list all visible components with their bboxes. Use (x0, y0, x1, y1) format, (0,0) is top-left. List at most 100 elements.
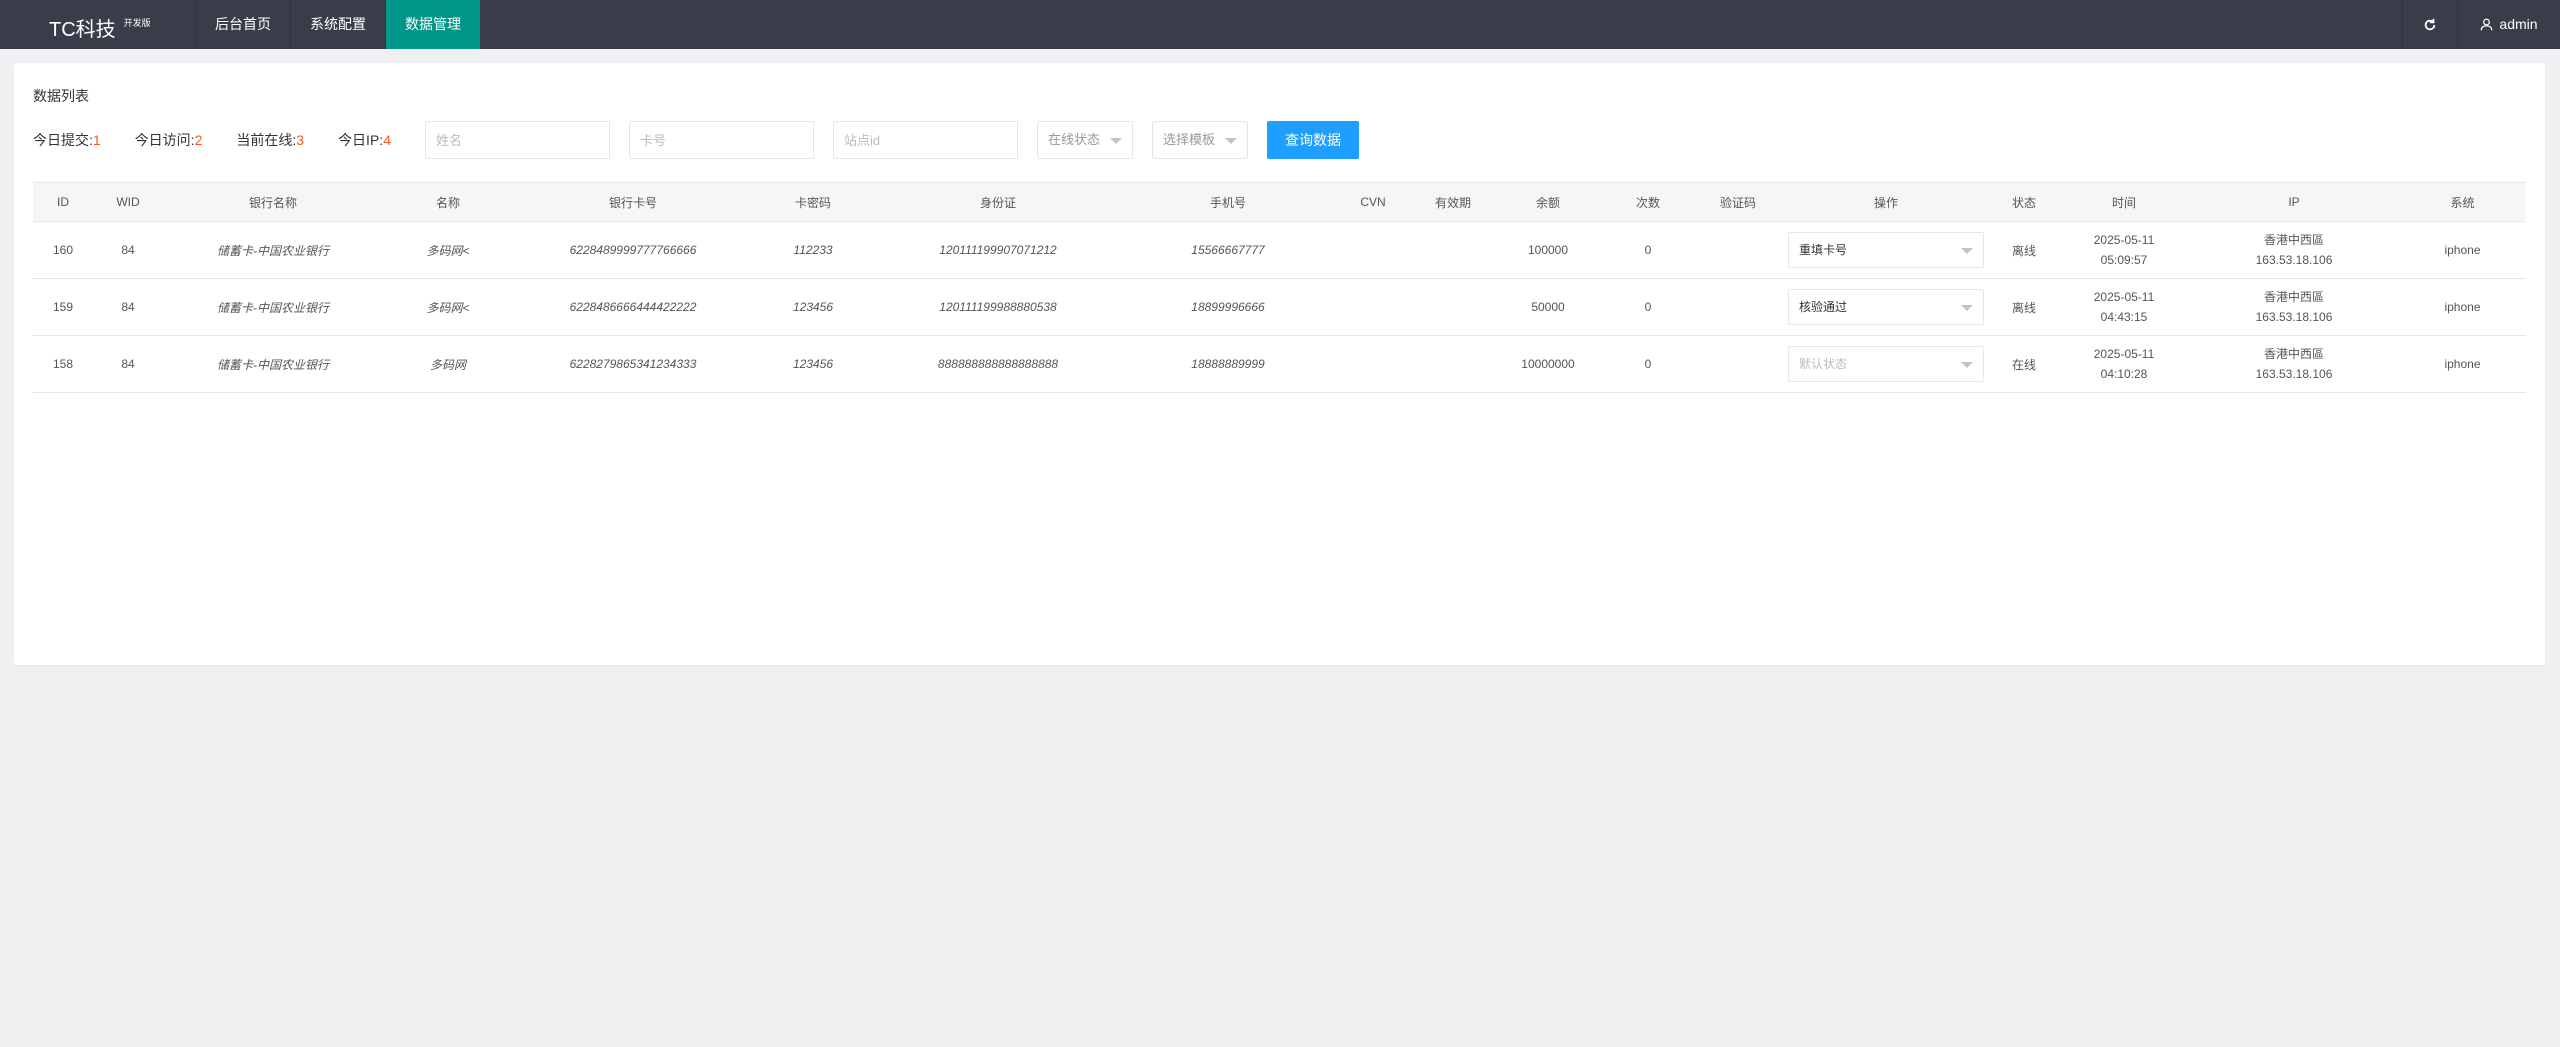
col-header-cvn: CVN (1333, 182, 1413, 222)
stat-value: 2 (194, 132, 203, 148)
top-header: TC科技 开发版 后台首页 系统配置 数据管理 admin (0, 0, 2560, 49)
logo-badge: 开发版 (123, 18, 151, 28)
stat-current-online: 当前在线:3 (236, 130, 304, 150)
stat-today-ip: 今日IP:4 (338, 130, 391, 150)
col-header-wid: WID (93, 182, 163, 222)
cell-id-card: 888888888888888888 (873, 335, 1123, 393)
data-list-card: 数据列表 今日提交:1 今日访问:2 当前在线:3 今日IP:4 在线状态 选择… (14, 63, 2545, 665)
cell-phone: 18888889999 (1123, 335, 1333, 393)
stat-value: 1 (92, 132, 101, 148)
cell-operation: 核验通过 (1783, 278, 1989, 336)
user-icon (2480, 18, 2493, 31)
cell-code (1693, 278, 1783, 336)
query-button[interactable]: 查询数据 (1266, 121, 1359, 159)
cell-time: 2025-05-11 04:43:15 (2059, 278, 2189, 336)
col-header-time: 时间 (2059, 182, 2189, 222)
site-id-input[interactable] (832, 121, 1018, 159)
data-table: ID WID 银行名称 名称 银行卡号 卡密码 身份证 手机号 CVN 有效期 … (33, 182, 2526, 393)
col-header-id: ID (33, 182, 93, 222)
operation-select[interactable]: 默认状态 (1788, 346, 1984, 382)
cell-date: 2025-05-11 (2093, 347, 2155, 361)
cell-ip-region: 香港中西區 (2263, 347, 2324, 361)
chevron-down-icon (1961, 248, 1973, 254)
online-status-value: 在线状态 (1047, 132, 1100, 147)
col-header-card-no: 银行卡号 (513, 182, 753, 222)
col-header-status: 状态 (1989, 182, 2059, 222)
cell-expiry (1413, 221, 1493, 279)
header-tools: admin (2402, 0, 2560, 49)
cell-ip-region: 香港中西區 (2263, 290, 2324, 304)
cell-ip-address: 163.53.18.106 (2255, 253, 2333, 267)
cell-count: 0 (1603, 335, 1693, 393)
operation-value: 重填卡号 (1799, 243, 1848, 257)
user-name: admin (2499, 16, 2538, 32)
col-header-expiry: 有效期 (1413, 182, 1493, 222)
chevron-down-icon (1961, 362, 1973, 368)
template-select[interactable]: 选择模板 (1151, 121, 1248, 159)
cell-clock: 04:43:15 (2100, 310, 2148, 324)
cell-code (1693, 221, 1783, 279)
cell-id: 159 (33, 278, 93, 336)
stat-label: 当前在线: (236, 132, 297, 148)
cell-date: 2025-05-11 (2093, 233, 2155, 247)
cell-system: iphone (2399, 221, 2526, 279)
stat-label: 今日提交: (33, 132, 93, 148)
cell-cvn (1333, 278, 1413, 336)
refresh-icon (2423, 18, 2437, 32)
cell-card-pwd: 112233 (753, 221, 873, 279)
chevron-down-icon (1224, 138, 1237, 144)
cell-ip-address: 163.53.18.106 (2255, 310, 2333, 324)
logo-text: TC科技 (49, 19, 116, 41)
cell-operation: 重填卡号 (1783, 221, 1989, 279)
stat-value: 4 (383, 132, 391, 148)
name-input[interactable] (424, 121, 610, 159)
template-value: 选择模板 (1162, 132, 1215, 147)
cell-status: 离线 (1989, 278, 2059, 336)
cell-phone: 18899996666 (1123, 278, 1333, 336)
col-header-code: 验证码 (1693, 182, 1783, 222)
nav-item-home[interactable]: 后台首页 (195, 0, 290, 49)
user-menu[interactable]: admin (2457, 0, 2560, 49)
stat-value: 3 (296, 132, 305, 148)
cell-phone: 15566667777 (1123, 221, 1333, 279)
operation-value: 核验通过 (1799, 300, 1848, 314)
cell-id-card: 120111199988880538 (873, 278, 1123, 336)
table-row: 158 84 储蓄卡-中国农业银行 多码网 622827986534123433… (33, 335, 2526, 393)
col-header-bank: 银行名称 (163, 182, 383, 222)
stat-today-submit: 今日提交:1 (33, 130, 101, 150)
cell-cvn (1333, 221, 1413, 279)
cell-id-card: 120111199907071212 (873, 221, 1123, 279)
cell-card-no: 6228489999777766666 (513, 221, 753, 279)
cell-card-pwd: 123456 (753, 278, 873, 336)
cell-id: 160 (33, 221, 93, 279)
cell-ip: 香港中西區 163.53.18.106 (2189, 278, 2399, 336)
col-header-operation: 操作 (1783, 182, 1989, 222)
cell-count: 0 (1603, 278, 1693, 336)
card-number-input[interactable] (628, 121, 814, 159)
cell-time: 2025-05-11 05:09:57 (2059, 221, 2189, 279)
operation-select[interactable]: 核验通过 (1788, 289, 1984, 325)
online-status-select[interactable]: 在线状态 (1036, 121, 1133, 159)
cell-cvn (1333, 335, 1413, 393)
cell-name: 多码网< (383, 278, 513, 336)
cell-card-no: 6228486666444422222 (513, 278, 753, 336)
operation-select[interactable]: 重填卡号 (1788, 232, 1984, 268)
nav-item-data-management[interactable]: 数据管理 (385, 0, 480, 49)
filter-bar: 今日提交:1 今日访问:2 当前在线:3 今日IP:4 在线状态 选择模板 查询… (33, 121, 1359, 159)
cell-expiry (1413, 278, 1493, 336)
refresh-button[interactable] (2402, 0, 2457, 49)
nav-item-system-config[interactable]: 系统配置 (290, 0, 385, 49)
cell-clock: 04:10:28 (2100, 367, 2148, 381)
cell-balance: 100000 (1493, 221, 1603, 279)
cell-name: 多码网< (383, 221, 513, 279)
col-header-ip: IP (2189, 182, 2399, 222)
col-header-count: 次数 (1603, 182, 1693, 222)
cell-balance: 50000 (1493, 278, 1603, 336)
col-header-system: 系统 (2399, 182, 2526, 222)
operation-value: 默认状态 (1799, 357, 1848, 371)
cell-ip: 香港中西區 163.53.18.106 (2189, 221, 2399, 279)
cell-balance: 10000000 (1493, 335, 1603, 393)
cell-count: 0 (1603, 221, 1693, 279)
col-header-name: 名称 (383, 182, 513, 222)
cell-bank: 储蓄卡-中国农业银行 (163, 278, 383, 336)
